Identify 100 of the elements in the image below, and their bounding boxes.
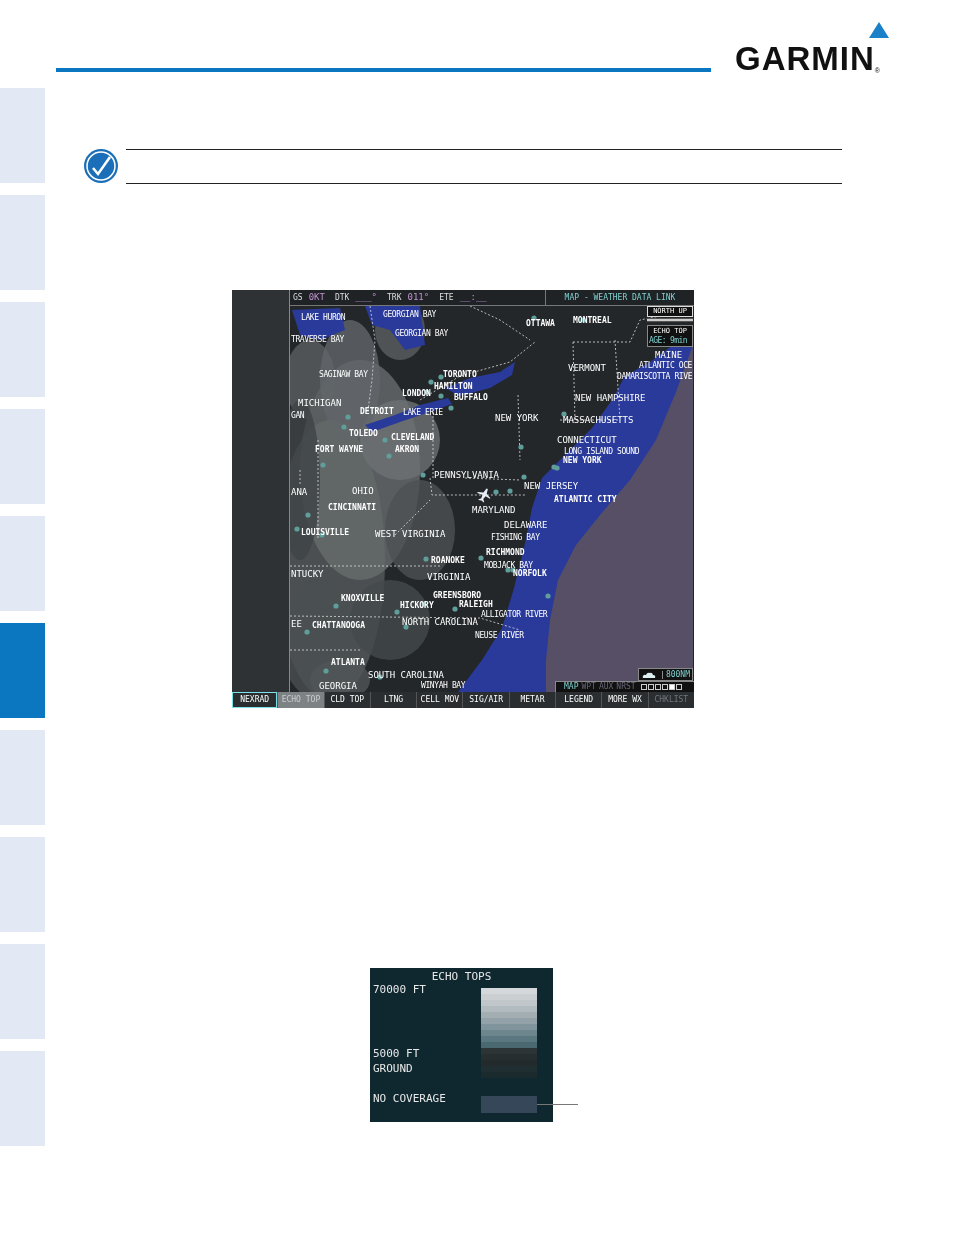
softkey[interactable]: MORE WX bbox=[602, 692, 648, 708]
side-tab[interactable] bbox=[0, 409, 45, 504]
field-label: TRK bbox=[387, 294, 402, 302]
map-label: TRAVERSE BAY bbox=[291, 336, 344, 344]
map-label: LAKE ERIE bbox=[403, 409, 443, 417]
map-label: ROANOKE bbox=[431, 557, 465, 565]
map-label: NEW JERSEY bbox=[524, 481, 579, 491]
map-label: DAMARISCOTTA RIVE bbox=[617, 373, 693, 381]
map-label: DETROIT bbox=[360, 408, 394, 416]
map-label: HICKORY bbox=[400, 602, 434, 610]
softkey[interactable]: SIG/AIR bbox=[463, 692, 509, 708]
softkey[interactable]: NEXRAD bbox=[232, 692, 278, 708]
legend-label: 5000 FT bbox=[373, 1047, 420, 1059]
map-label: SAGINAW BAY bbox=[319, 371, 368, 379]
map-label: NEUSE RIVER bbox=[475, 632, 524, 640]
map-label: NEW YORK bbox=[495, 413, 539, 423]
page-group-label: AUX bbox=[598, 683, 614, 691]
map-label: OHIO bbox=[352, 486, 374, 496]
field-label: GS bbox=[293, 294, 303, 302]
leader-line bbox=[537, 1104, 578, 1105]
map-label: GEORGIA bbox=[319, 681, 357, 691]
map-label: ALLIGATOR RIVER bbox=[481, 611, 548, 619]
map-label: NORTH CAROLINA bbox=[402, 617, 478, 627]
map-label: LOUISVILLE bbox=[301, 529, 350, 537]
page-group-label: WPT bbox=[581, 683, 596, 691]
legend-label: GROUND bbox=[373, 1062, 413, 1074]
legend-label: 70000 FT bbox=[373, 983, 426, 995]
product-age: AGE: 9min bbox=[648, 336, 687, 346]
field-value: 011° bbox=[407, 293, 430, 302]
map-label: TORONTO bbox=[443, 371, 477, 379]
map-label: RALEIGH bbox=[459, 601, 493, 609]
side-tab[interactable] bbox=[0, 944, 45, 1039]
side-tab[interactable] bbox=[0, 302, 45, 397]
map-label: CHATTANOOGA bbox=[312, 622, 365, 630]
map-label: OTTAWA bbox=[526, 320, 555, 328]
map-label: GEORGIAN BAY bbox=[395, 330, 448, 338]
field-value: ___° bbox=[355, 293, 378, 302]
map-label: ATLANTA bbox=[331, 659, 365, 667]
map-label: VIRGINIA bbox=[427, 572, 471, 582]
map-label: WEST VIRGINIA bbox=[375, 529, 446, 539]
map-label: LONG ISLAND SOUND bbox=[564, 448, 640, 456]
map-label: EE bbox=[291, 619, 302, 629]
map-label: CLEVELAND bbox=[391, 434, 435, 442]
softkey[interactable]: CLD TOP bbox=[324, 692, 370, 708]
map-label: FORT WAYNE bbox=[315, 446, 364, 454]
map-label: MONTREAL bbox=[573, 317, 612, 325]
map-label: LAKE HURON bbox=[301, 314, 346, 322]
map-label: MOBJACK BAY bbox=[484, 562, 533, 570]
map-label: NTUCKY bbox=[291, 569, 324, 579]
map-label: FISHING BAY bbox=[491, 534, 540, 542]
side-tab[interactable] bbox=[0, 195, 45, 290]
side-tab[interactable] bbox=[0, 837, 45, 932]
field-value: __:__ bbox=[459, 293, 487, 302]
map-label: RICHMOND bbox=[486, 549, 525, 557]
side-tab[interactable] bbox=[0, 623, 45, 718]
page-group-label: MAP bbox=[564, 683, 579, 691]
softkey[interactable]: METAR bbox=[509, 692, 556, 708]
no-coverage-swatch bbox=[481, 1096, 537, 1113]
map-label: ATLANTIC CITY bbox=[554, 496, 617, 504]
page-title: MAP - WEATHER DATA LINK bbox=[545, 290, 694, 305]
map-label: VERMONT bbox=[568, 363, 606, 373]
side-tab[interactable] bbox=[0, 730, 45, 825]
map-label: MICHIGAN bbox=[298, 398, 342, 408]
range-value: 800NM bbox=[661, 670, 692, 679]
map-label: MAINE bbox=[655, 350, 683, 360]
triangle-icon bbox=[869, 22, 889, 38]
map-label: LONDON bbox=[402, 390, 431, 398]
map-label: GREENSBORO bbox=[433, 592, 482, 600]
field-label: ETE bbox=[439, 294, 454, 302]
cloud-icon bbox=[642, 670, 656, 679]
status-bar-indicator bbox=[647, 318, 693, 322]
side-tab[interactable] bbox=[0, 1051, 45, 1146]
map-label: NORFOLK bbox=[513, 570, 547, 578]
map-label: ANA bbox=[291, 487, 308, 497]
field-label: DTK bbox=[334, 294, 350, 302]
map-label: MARYLAND bbox=[472, 505, 516, 515]
softkey[interactable]: LTNG bbox=[370, 692, 417, 708]
map-label: TOLEDO bbox=[349, 430, 378, 438]
map-label: BUFFALO bbox=[454, 394, 488, 402]
map-label: SOUTH CAROLINA bbox=[368, 670, 444, 680]
logo-text: GARMIN bbox=[735, 42, 875, 75]
map-label: KNOXVILLE bbox=[341, 595, 385, 603]
map-label: NEW YORK bbox=[563, 457, 602, 465]
map-label: AKRON bbox=[395, 446, 420, 454]
side-tab[interactable] bbox=[0, 88, 45, 183]
map-label: PENNSYLVANIA bbox=[434, 470, 500, 480]
map-label: ATLANTIC OCE bbox=[639, 362, 692, 370]
map-label: HAMILTON bbox=[434, 383, 473, 391]
map-label: MASSACHUSETTS bbox=[563, 415, 634, 425]
map-label: GAN bbox=[291, 412, 305, 420]
legend-label: NO COVERAGE bbox=[373, 1092, 446, 1104]
page-group-label: NRST bbox=[616, 683, 636, 691]
softkey[interactable]: CELL MOV bbox=[417, 692, 463, 708]
map-label: NEW HAMPSHIRE bbox=[575, 393, 646, 403]
map-label: CINCINNATI bbox=[328, 504, 377, 512]
map-label: WINYAH BAY bbox=[421, 682, 466, 690]
side-tab[interactable] bbox=[0, 516, 45, 611]
map-label: DELAWARE bbox=[504, 520, 548, 530]
softkey[interactable]: LEGEND bbox=[556, 692, 602, 708]
map-label: CONNECTICUT bbox=[557, 435, 617, 445]
